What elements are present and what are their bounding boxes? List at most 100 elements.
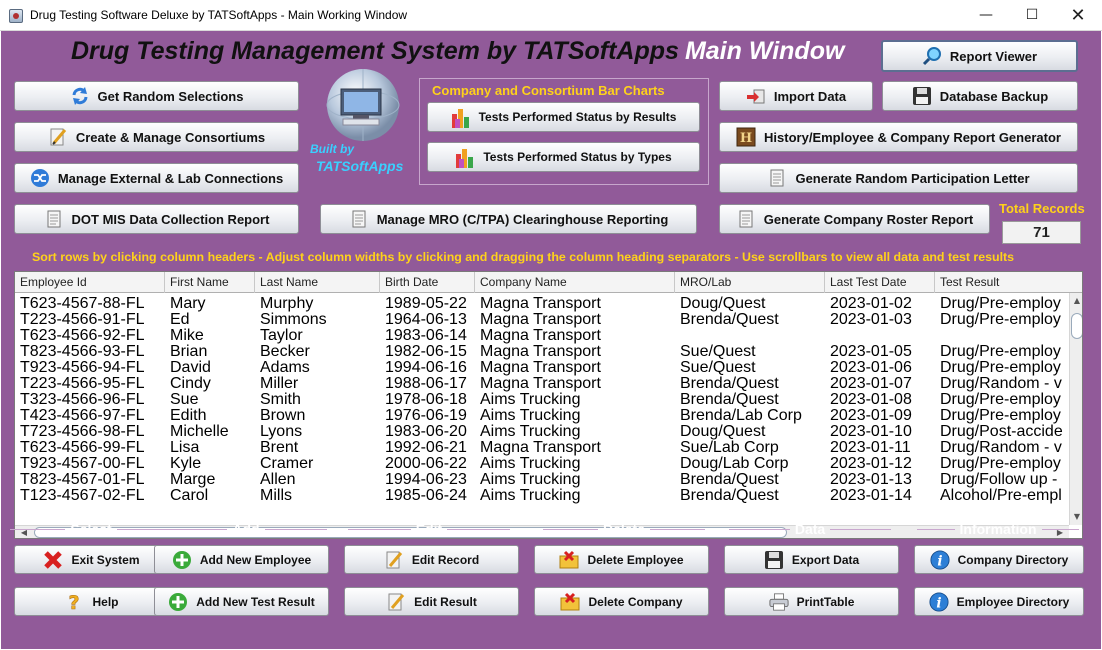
column-header[interactable]: Last Test Date	[825, 272, 935, 293]
employee-directory-button[interactable]: i Employee Directory	[914, 587, 1084, 616]
table-cell[interactable]: Brenda/Quest	[675, 471, 825, 488]
table-cell[interactable]: Drug/Pre-employ	[935, 343, 1069, 360]
maximize-button[interactable]: ☐	[1009, 0, 1055, 30]
table-cell[interactable]: T223-4566-91-FL	[15, 311, 165, 328]
table-cell[interactable]: Brenda/Quest	[675, 375, 825, 392]
table-cell[interactable]: T923-4567-00-FL	[15, 455, 165, 472]
print-table-button[interactable]: PrintTable	[724, 587, 899, 616]
table-cell[interactable]: 1978-06-18	[380, 391, 475, 408]
table-cell[interactable]: Drug/Pre-employ	[935, 295, 1069, 312]
table-cell[interactable]: Allen	[255, 471, 380, 488]
help-button[interactable]: ? Help	[14, 587, 169, 616]
table-cell[interactable]: 1988-06-17	[380, 375, 475, 392]
table-cell[interactable]: Brenda/Quest	[675, 391, 825, 408]
table-cell[interactable]: T423-4566-97-FL	[15, 407, 165, 424]
table-cell[interactable]: Brian	[165, 343, 255, 360]
table-cell[interactable]: 2023-01-08	[825, 391, 935, 408]
table-cell[interactable]: 2023-01-13	[825, 471, 935, 488]
table-row[interactable]: T823-4567-01-FL Marge Allen 1994-06-23 Aims …	[15, 471, 1069, 488]
table-cell[interactable]: 1994-06-23	[380, 471, 475, 488]
column-header[interactable]: MRO/Lab	[675, 272, 825, 293]
table-cell[interactable]: Marge	[165, 471, 255, 488]
table-cell[interactable]: 2023-01-11	[825, 439, 935, 456]
table-row[interactable]: T223-4566-91-FL Ed Simmons 1964-06-13 Magna …	[15, 311, 1069, 328]
table-cell[interactable]: T323-4566-96-FL	[15, 391, 165, 408]
company-roster-button[interactable]: Generate Company Roster Report	[719, 204, 990, 234]
table-cell[interactable]: Magna Transport	[475, 343, 675, 360]
close-button[interactable]: ✕	[1055, 0, 1101, 30]
table-cell[interactable]: Brenda/Quest	[675, 311, 825, 328]
table-cell[interactable]: Magna Transport	[475, 375, 675, 392]
table-cell[interactable]: T123-4567-02-FL	[15, 487, 165, 504]
table-cell[interactable]: Carol	[165, 487, 255, 504]
table-cell[interactable]: 2000-06-22	[380, 455, 475, 472]
report-viewer-button[interactable]: Report Viewer	[881, 40, 1078, 72]
edit-record-button[interactable]: Edit Record	[344, 545, 519, 574]
history-report-button[interactable]: H History/Employee & Company Report Gene…	[719, 122, 1078, 152]
table-cell[interactable]: 2023-01-12	[825, 455, 935, 472]
table-cell[interactable]: Drug/Random - v	[935, 375, 1069, 392]
table-cell[interactable]: Cindy	[165, 375, 255, 392]
table-cell[interactable]: Mary	[165, 295, 255, 312]
table-cell[interactable]: Doug/Lab Corp	[675, 455, 825, 472]
company-directory-button[interactable]: i Company Directory	[914, 545, 1084, 574]
table-cell[interactable]: Sue/Quest	[675, 343, 825, 360]
table-cell[interactable]: Cramer	[255, 455, 380, 472]
add-new-test-result-button[interactable]: Add New Test Result	[154, 587, 329, 616]
table-cell[interactable]: David	[165, 359, 255, 376]
table-cell[interactable]: Mills	[255, 487, 380, 504]
tests-by-results-button[interactable]: Tests Performed Status by Results	[427, 102, 700, 132]
table-cell[interactable]: 1964-06-13	[380, 311, 475, 328]
random-letter-button[interactable]: Generate Random Participation Letter	[719, 163, 1078, 193]
table-cell[interactable]: T623-4566-92-FL	[15, 327, 165, 344]
table-cell[interactable]: 2023-01-10	[825, 423, 935, 440]
import-data-button[interactable]: Import Data	[719, 81, 873, 111]
table-row[interactable]: T623-4566-99-FL Lisa Brent 1992-06-21 Magna …	[15, 439, 1069, 456]
table-cell[interactable]: Aims Trucking	[475, 487, 675, 504]
table-cell[interactable]: Drug/Post-accide	[935, 423, 1069, 440]
table-cell[interactable]: Drug/Pre-employ	[935, 407, 1069, 424]
table-row[interactable]: T823-4566-93-FL Brian Becker 1982-06-15 Magn…	[15, 343, 1069, 360]
table-cell[interactable]: Alcohol/Pre-empl	[935, 487, 1069, 504]
export-data-button[interactable]: Export Data	[724, 545, 899, 574]
table-cell[interactable]: 1985-06-24	[380, 487, 475, 504]
table-cell[interactable]: Murphy	[255, 295, 380, 312]
dot-mis-report-button[interactable]: DOT MIS Data Collection Report	[14, 204, 299, 234]
table-cell[interactable]: Brown	[255, 407, 380, 424]
table-row[interactable]: T923-4567-00-FL Kyle Cramer 2000-06-22 Aims …	[15, 455, 1069, 472]
table-cell[interactable]: Magna Transport	[475, 327, 675, 344]
table-cell[interactable]: T823-4566-93-FL	[15, 343, 165, 360]
column-header[interactable]: First Name	[165, 272, 255, 293]
minimize-button[interactable]: —	[963, 0, 1009, 30]
table-cell[interactable]: Lisa	[165, 439, 255, 456]
table-cell[interactable]: Ed	[165, 311, 255, 328]
table-cell[interactable]: Doug/Quest	[675, 295, 825, 312]
get-random-selections-button[interactable]: Get Random Selections	[14, 81, 299, 111]
table-cell[interactable]: 1976-06-19	[380, 407, 475, 424]
table-cell[interactable]: Kyle	[165, 455, 255, 472]
table-cell[interactable]: T223-4566-95-FL	[15, 375, 165, 392]
table-cell[interactable]: 2023-01-14	[825, 487, 935, 504]
table-cell[interactable]: Simmons	[255, 311, 380, 328]
table-cell[interactable]: Drug/Pre-employ	[935, 359, 1069, 376]
table-cell[interactable]: Becker	[255, 343, 380, 360]
table-cell[interactable]: Brenda/Quest	[675, 487, 825, 504]
table-row[interactable]: T123-4567-02-FL Carol Mills 1985-06-24 Aims …	[15, 487, 1069, 504]
table-cell[interactable]: Sue/Quest	[675, 359, 825, 376]
table-cell[interactable]: Sue/Lab Corp	[675, 439, 825, 456]
table-row[interactable]: T223-4566-95-FL Cindy Miller 1988-06-17 Magn…	[15, 375, 1069, 392]
table-cell[interactable]: Brent	[255, 439, 380, 456]
table-cell[interactable]: 2023-01-05	[825, 343, 935, 360]
table-cell[interactable]: 1994-06-16	[380, 359, 475, 376]
table-cell[interactable]: Aims Trucking	[475, 471, 675, 488]
vertical-scrollbar[interactable]: ▲ ▼	[1069, 293, 1082, 525]
table-cell[interactable]: Drug/Follow up -	[935, 471, 1069, 488]
table-cell[interactable]: Magna Transport	[475, 311, 675, 328]
vertical-scroll-thumb[interactable]	[1071, 313, 1082, 339]
table-cell[interactable]: Mike	[165, 327, 255, 344]
table-cell[interactable]: 2023-01-06	[825, 359, 935, 376]
table-cell[interactable]: 1982-06-15	[380, 343, 475, 360]
add-new-employee-button[interactable]: Add New Employee	[154, 545, 329, 574]
table-cell[interactable]: T723-4566-98-FL	[15, 423, 165, 440]
table-row[interactable]: T323-4566-96-FL Sue Smith 1978-06-18 Aims Tr…	[15, 391, 1069, 408]
